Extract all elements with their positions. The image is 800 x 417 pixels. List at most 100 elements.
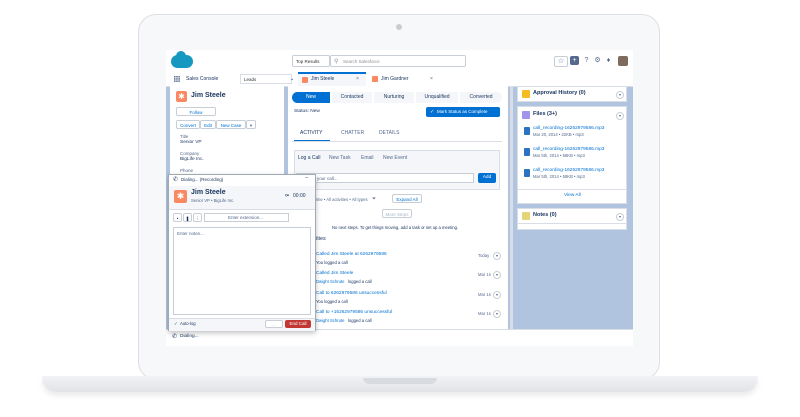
file-name-link[interactable]: call_recording-16262979586.mp3 bbox=[533, 126, 604, 131]
activity-menu-button[interactable]: ▾ bbox=[493, 271, 501, 279]
file-name-link[interactable]: call_recording-16262979586.mp3 bbox=[533, 147, 604, 152]
expand-all-button[interactable]: Expand All bbox=[392, 194, 422, 203]
status-text: Status: New bbox=[294, 109, 320, 114]
tab-details[interactable]: DETAILS bbox=[379, 130, 399, 136]
path-step-new[interactable]: New bbox=[292, 92, 330, 103]
tab-jim-gardner[interactable]: Jim Gardner × bbox=[368, 72, 438, 86]
activity-section-label: ities bbox=[316, 236, 326, 242]
new-case-button[interactable]: New Case bbox=[216, 120, 246, 129]
search-input[interactable]: ⚲ Search Salesforce bbox=[330, 55, 466, 67]
autolog-label: Auto-log bbox=[180, 321, 196, 326]
path-step-contacted[interactable]: Contacted bbox=[332, 92, 372, 103]
no-next-steps-text: No next steps. To get things moving, add… bbox=[332, 225, 459, 230]
add-button[interactable]: Add bbox=[478, 173, 496, 183]
card-menu-button[interactable]: ▾ bbox=[616, 91, 624, 99]
star-icon[interactable]: ☆ bbox=[554, 56, 568, 67]
camera bbox=[396, 24, 402, 30]
laptop-notch bbox=[363, 378, 437, 384]
tab-jim-steele[interactable]: Jim Steele × bbox=[298, 72, 366, 86]
file-icon bbox=[524, 127, 530, 135]
mute-button[interactable]: • bbox=[173, 213, 182, 222]
composer-placeholder: your call... bbox=[317, 176, 338, 181]
add-icon[interactable]: + bbox=[570, 56, 579, 65]
approval-icon bbox=[522, 90, 530, 98]
activity-menu-button[interactable]: ▾ bbox=[493, 252, 501, 260]
path-step-converted[interactable]: Converted bbox=[460, 92, 502, 103]
tab-label: Jim Steele bbox=[311, 76, 335, 82]
help-icon[interactable]: ? bbox=[582, 56, 591, 65]
close-icon[interactable]: × bbox=[430, 72, 433, 86]
disposition-select[interactable]: … bbox=[265, 320, 283, 328]
notifications-icon[interactable]: ♦ bbox=[604, 56, 613, 65]
setup-icon[interactable]: ⚙ bbox=[593, 56, 602, 65]
hold-button[interactable]: ❚ bbox=[183, 213, 192, 222]
convert-button[interactable]: Convert bbox=[176, 120, 200, 129]
field-label: Title bbox=[180, 134, 189, 139]
filter-icon[interactable]: ⏷ bbox=[372, 196, 376, 202]
activity-sub: logged a call bbox=[348, 279, 372, 284]
activity-user-link[interactable]: Dwight Schrute bbox=[316, 279, 344, 284]
minimize-icon[interactable]: – bbox=[305, 175, 308, 181]
search-scope-select[interactable]: Top Results bbox=[292, 55, 330, 67]
close-icon[interactable]: × bbox=[356, 72, 359, 86]
activity-user-link[interactable]: Dwight Schrute bbox=[316, 318, 344, 323]
field-value: BigLife Inc. bbox=[180, 157, 204, 162]
card-title[interactable]: Files (3+) bbox=[533, 111, 557, 117]
scrollbar[interactable] bbox=[510, 86, 513, 330]
mark-status-complete-button[interactable]: ✓ Mark Status as Complete bbox=[426, 107, 500, 117]
app-launcher-icon[interactable] bbox=[174, 76, 180, 82]
composer-tab-log-a-call[interactable]: Log a Call bbox=[298, 155, 321, 161]
activity-title[interactable]: Call to +16262979586 unsuccessful bbox=[316, 310, 392, 315]
card-title[interactable]: Notes (0) bbox=[533, 212, 557, 218]
caller-card: ✱ Jim Steele Senior VP • BigLife Inc. ⚩ … bbox=[169, 186, 315, 210]
activity-title[interactable]: Called Jim Steele at 6262979586 bbox=[316, 252, 387, 257]
composer-tab-email[interactable]: Email bbox=[361, 155, 374, 161]
tab-chatter[interactable]: CHATTER bbox=[341, 130, 364, 136]
chevron-down-icon[interactable]: ⌄ bbox=[290, 72, 294, 86]
extension-input[interactable]: Enter extension... bbox=[204, 213, 289, 222]
app-name: Sales Console bbox=[186, 76, 219, 82]
composer-tab-new-event[interactable]: New Event bbox=[383, 155, 407, 161]
view-all-link[interactable]: View All bbox=[564, 193, 581, 198]
notes-card: Notes (0) ▾ bbox=[517, 208, 627, 224]
salesforce-logo-icon[interactable] bbox=[171, 51, 193, 68]
composer-tab-new-task[interactable]: New Task bbox=[329, 155, 351, 161]
user-avatar[interactable] bbox=[618, 56, 628, 66]
activity-date: Mar 1s bbox=[478, 311, 491, 316]
phone-icon: ✆ bbox=[172, 334, 178, 340]
search-placeholder: Search Salesforce bbox=[343, 59, 380, 64]
path-bar: New Contacted Nurturing Unqualified Conv… bbox=[292, 92, 502, 103]
utility-status[interactable]: Dialing... bbox=[180, 334, 199, 339]
call-timer: 00:00 bbox=[293, 193, 306, 199]
activity-menu-button[interactable]: ▾ bbox=[493, 310, 501, 318]
keypad-button[interactable]: ⋮ bbox=[193, 213, 202, 222]
file-name-link[interactable]: call_recording-16262979586.mp3 bbox=[533, 168, 604, 173]
tab-divider bbox=[292, 141, 502, 142]
lead-icon: ✱ bbox=[174, 190, 187, 203]
caller-name: Jim Steele bbox=[191, 189, 226, 196]
follow-button[interactable]: Follow bbox=[176, 107, 216, 116]
field-label: Company bbox=[180, 151, 200, 156]
card-menu-button[interactable]: ▾ bbox=[616, 213, 624, 221]
end-call-button[interactable]: End Call bbox=[285, 320, 311, 328]
activity-title[interactable]: Call to 6262979586 unsuccessful bbox=[316, 291, 387, 296]
file-icon bbox=[524, 169, 530, 177]
composer-input[interactable]: your call... bbox=[296, 173, 474, 183]
nav-select[interactable]: Leads bbox=[240, 74, 292, 84]
activity-title[interactable]: Called Jim Steele bbox=[316, 271, 353, 276]
more-actions-button[interactable]: ▾ bbox=[246, 120, 256, 129]
files-card: Files (3+) ▾ call_recording-16262979586.… bbox=[517, 106, 627, 204]
autolog-check-icon[interactable]: ✓ bbox=[174, 321, 178, 327]
path-step-unqualified[interactable]: Unqualified bbox=[416, 92, 458, 103]
card-title[interactable]: Approval History (0) bbox=[533, 90, 586, 96]
path-step-nurturing[interactable]: Nurturing bbox=[374, 92, 414, 103]
edit-button[interactable]: Edit bbox=[200, 120, 216, 129]
softphone-panel: ✆ Dialing... (Recording) – ✱ Jim Steele … bbox=[168, 174, 316, 331]
notes-textarea[interactable]: Enter notes... bbox=[173, 227, 311, 315]
card-menu-button[interactable]: ▾ bbox=[616, 112, 624, 120]
file-meta: Mar 5th, 2014 • 58KB • mp3 bbox=[533, 174, 585, 179]
activity-menu-button[interactable]: ▾ bbox=[493, 291, 501, 299]
phone-icon: ✆ bbox=[173, 177, 179, 183]
more-steps-button[interactable]: More Steps bbox=[382, 209, 412, 218]
tab-activity[interactable]: ACTIVITY bbox=[300, 130, 323, 136]
